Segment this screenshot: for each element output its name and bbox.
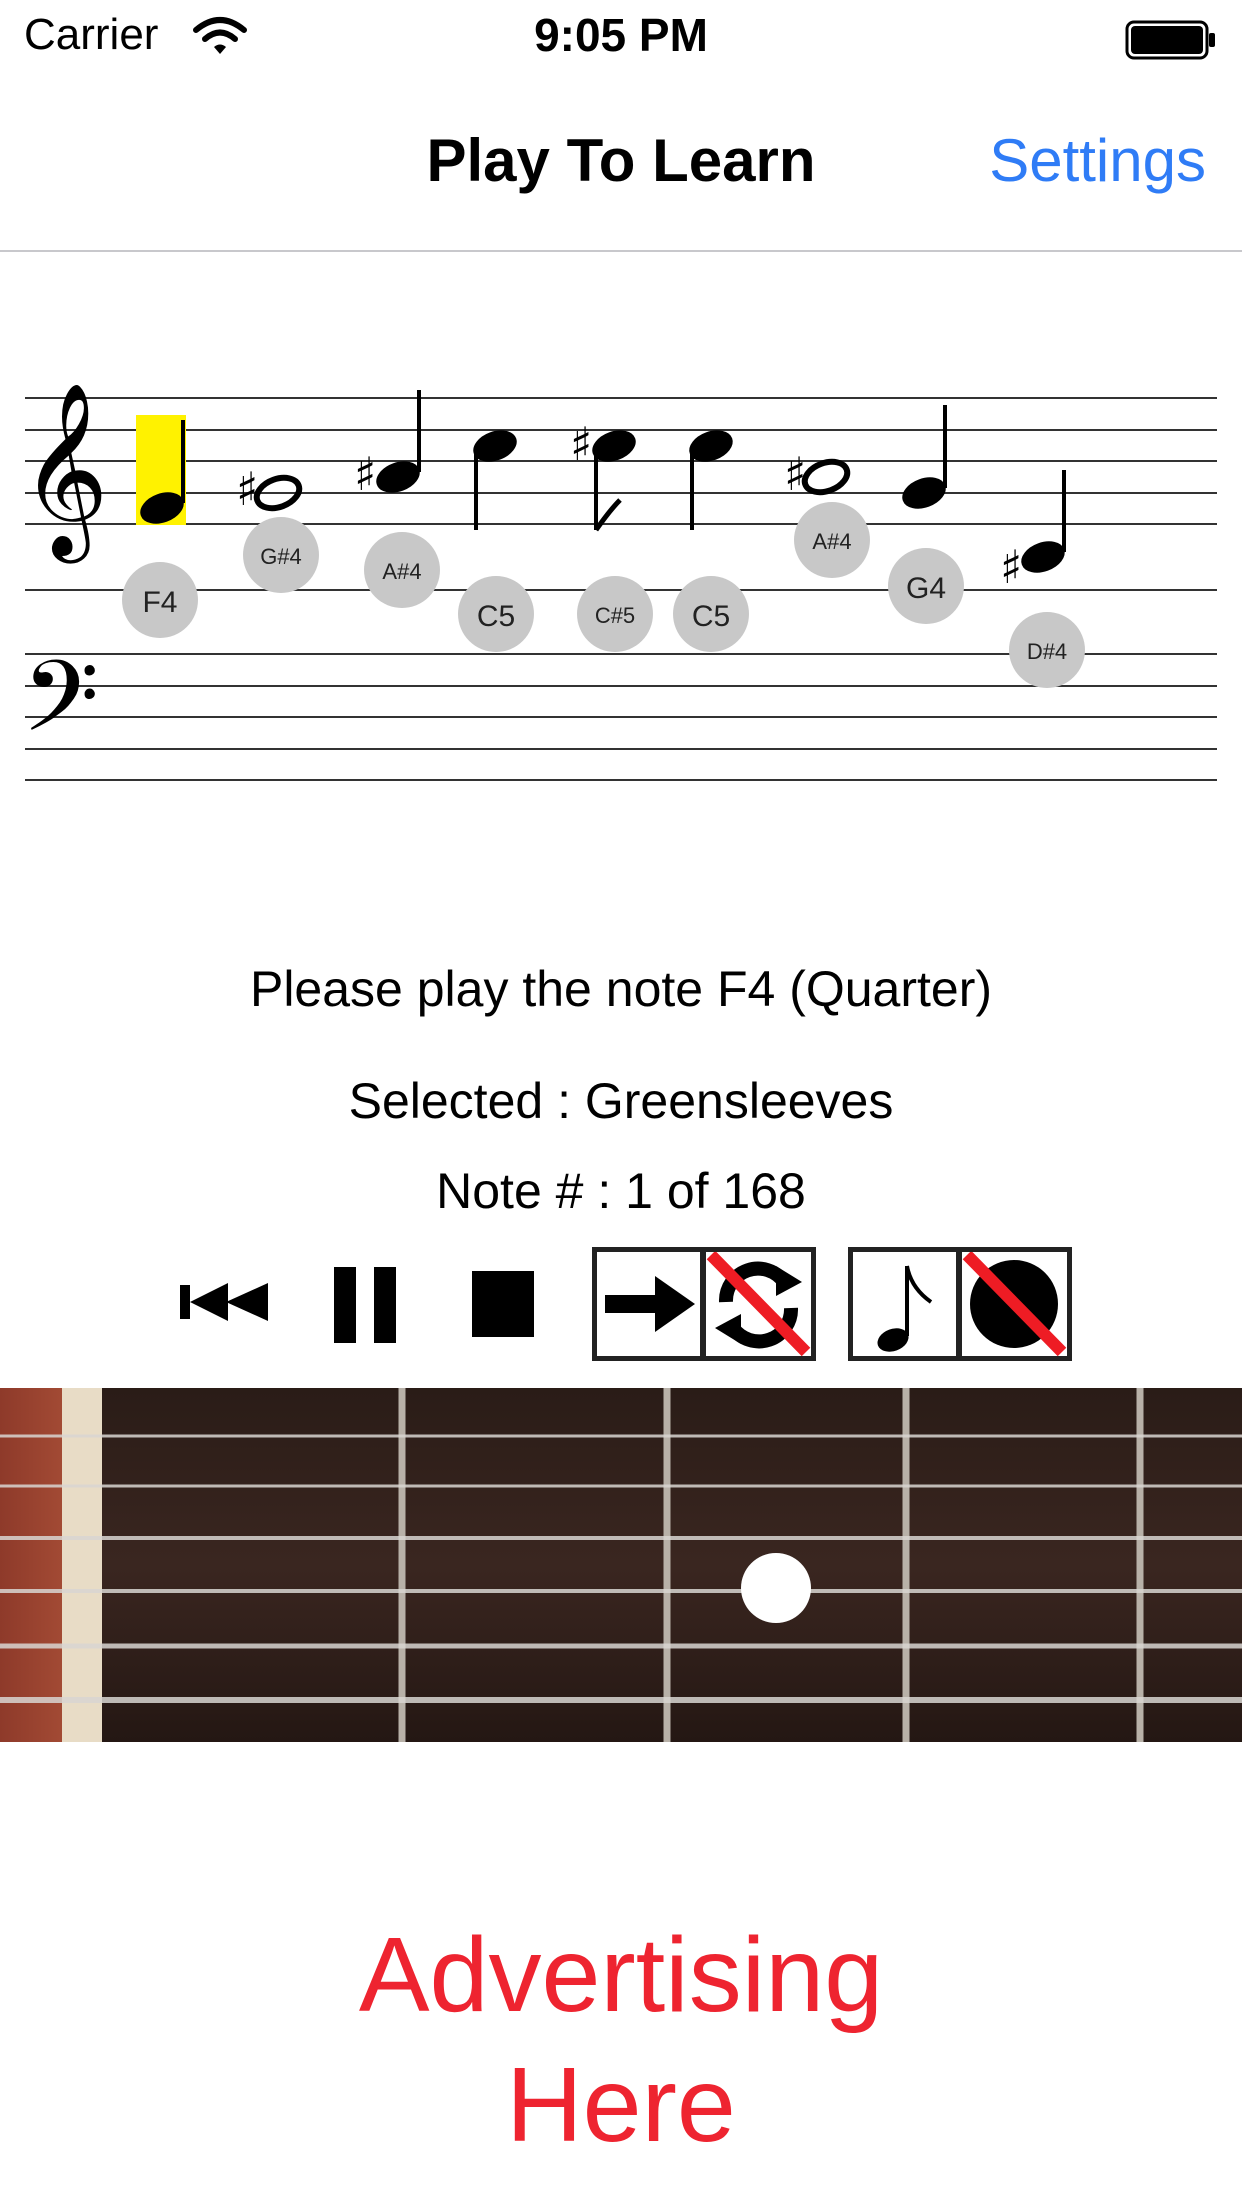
step-mode-icon[interactable] (597, 1252, 700, 1356)
note-label: A#4 (794, 502, 870, 578)
svg-text:A#4: A#4 (812, 529, 851, 554)
note-g4 (902, 405, 947, 509)
guitar-fretboard[interactable] (0, 1388, 1242, 1742)
note-label: C5 (458, 576, 534, 652)
svg-text:♯: ♯ (1000, 540, 1022, 594)
battery-icon (1125, 20, 1215, 60)
selected-song-text: Selected : Greensleeves (348, 1073, 894, 1129)
svg-text:C#5: C#5 (595, 603, 635, 628)
ad-line-1: Advertising (358, 1916, 884, 2034)
prompt-text: Please play the note F4 (Quarter) (249, 961, 993, 1017)
svg-text:♯: ♯ (570, 417, 592, 471)
sound-toggle-group (848, 1247, 1072, 1361)
playback-controls (0, 1245, 1242, 1365)
settings-button[interactable]: Settings (989, 126, 1206, 195)
bass-clef-icon: 𝄢 (22, 640, 99, 779)
note-sound-icon[interactable] (853, 1252, 956, 1356)
svg-text:C5: C5 (477, 600, 515, 633)
svg-text:♯: ♯ (236, 462, 258, 516)
note-label: D#4 (1009, 612, 1085, 688)
note-label: A#4 (364, 532, 440, 608)
svg-text:♯: ♯ (784, 447, 806, 501)
loop-off-icon[interactable] (706, 1252, 811, 1356)
note-label: F4 (122, 562, 198, 638)
note-label: G4 (888, 548, 964, 624)
note-d-sharp-4: ♯ (1000, 470, 1066, 594)
stop-icon[interactable] (470, 1269, 536, 1339)
ad-line-2: Here (506, 2046, 736, 2164)
mode-toggle-group (592, 1247, 816, 1361)
music-staff: 𝄞 𝄢 ♯ ♯ ♯ ♯ ♯ F4 G#4 A#4 C5 C#5 C5 A#4 G… (20, 382, 1217, 781)
note-count-text: Note # : 1 of 168 (436, 1163, 806, 1219)
note-a-sharp-4: ♯ (354, 390, 421, 501)
status-time: 9:05 PM (534, 9, 708, 61)
rewind-icon[interactable] (178, 1277, 272, 1327)
svg-text:C5: C5 (692, 600, 730, 633)
svg-text:F4: F4 (142, 586, 177, 619)
note-c-sharp-5: ♯ (570, 417, 636, 532)
record-off-icon[interactable] (962, 1252, 1067, 1356)
fretboard-nut (62, 1388, 102, 1742)
navigation-bar: Play To Learn Settings (0, 80, 1242, 252)
svg-text:D#4: D#4 (1027, 639, 1067, 664)
note-g-sharp-4: ♯ (236, 462, 303, 516)
advertising-banner[interactable]: Advertising Here (0, 1910, 1242, 2170)
note-c5-b (689, 430, 733, 530)
svg-text:G4: G4 (906, 572, 946, 605)
svg-text:G#4: G#4 (260, 544, 302, 569)
note-label: C5 (673, 576, 749, 652)
pause-icon[interactable] (330, 1265, 400, 1345)
treble-clef-icon: 𝄞 (20, 382, 109, 564)
svg-text:♯: ♯ (354, 447, 376, 501)
svg-text:A#4: A#4 (382, 559, 421, 584)
note-label: G#4 (243, 517, 319, 593)
note-c5-a (473, 430, 517, 530)
note-label: C#5 (577, 576, 653, 652)
status-bar: Carrier 9:05 PM (0, 0, 1242, 80)
fret-position-marker (741, 1553, 811, 1623)
note-labels: F4 G#4 A#4 C5 C#5 C5 A#4 G4 D#4 (122, 502, 1085, 688)
